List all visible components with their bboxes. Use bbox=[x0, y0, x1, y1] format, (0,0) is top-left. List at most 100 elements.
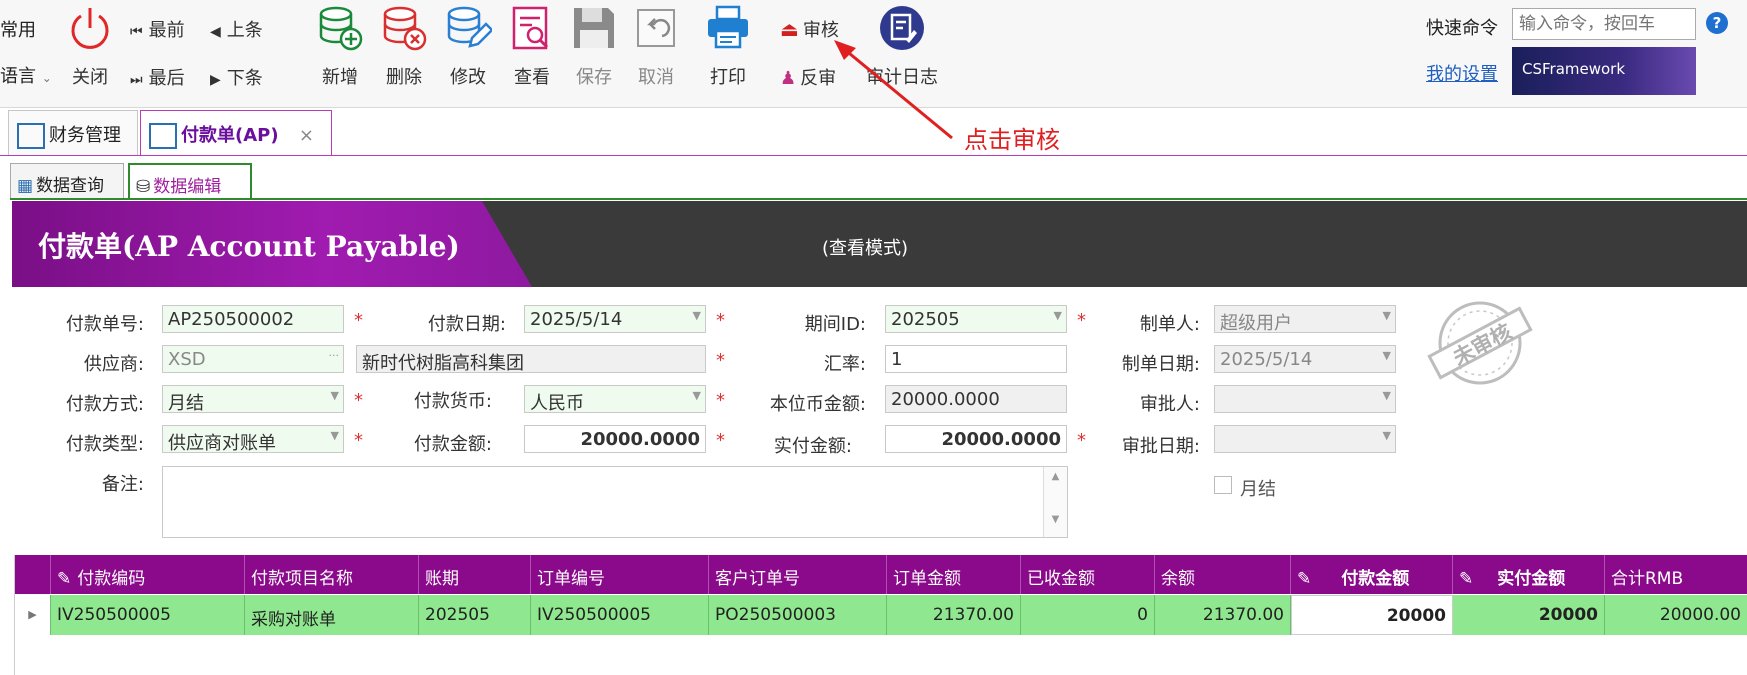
help-icon[interactable]: ? bbox=[1706, 12, 1728, 34]
unapprove-button[interactable]: ♟ 反审 bbox=[780, 64, 836, 90]
first-icon: ⏮ bbox=[130, 24, 143, 40]
creator-field[interactable]: 超级用户 ▼ bbox=[1214, 305, 1396, 333]
currency-field[interactable]: 人民币 ▼ bbox=[524, 385, 706, 413]
cell-customer-order-no[interactable]: PO250500003 bbox=[709, 595, 887, 635]
close-button[interactable]: 关闭 bbox=[58, 4, 122, 89]
cell-total-rmb[interactable]: 20000.00 bbox=[1605, 595, 1747, 635]
col-actual-amount-label: 实付金额 bbox=[1497, 569, 1566, 589]
remark-scrollbar[interactable]: ▲ ▼ bbox=[1043, 467, 1067, 537]
actual-amount-field[interactable]: 20000.0000 bbox=[885, 425, 1067, 453]
cell-period[interactable]: 202505 bbox=[419, 595, 531, 635]
col-received-amount[interactable]: 已收金额 bbox=[1021, 555, 1155, 594]
col-order-amount[interactable]: 订单金额 bbox=[887, 555, 1021, 594]
cell-actual-amount[interactable]: 20000 bbox=[1453, 595, 1605, 635]
local-amount-field[interactable]: 20000.0000 bbox=[885, 385, 1067, 413]
creator-label: 制单人: bbox=[1139, 314, 1200, 335]
pay-type-field[interactable]: 供应商对账单 ▼ bbox=[162, 425, 344, 453]
database-edit-icon bbox=[447, 6, 494, 48]
remark-textarea[interactable]: ▲ ▼ bbox=[162, 466, 1068, 538]
scroll-down-icon[interactable]: ▼ bbox=[1044, 514, 1067, 525]
col-pay-item-name[interactable]: 付款项目名称 bbox=[245, 555, 419, 594]
quick-command-input[interactable] bbox=[1512, 8, 1696, 40]
delete-label: 删除 bbox=[386, 67, 422, 88]
cell-order-amount[interactable]: 21370.00 bbox=[887, 595, 1021, 635]
create-date-field[interactable]: 2025/5/14 ▼ bbox=[1214, 345, 1396, 373]
pay-amount-field[interactable]: 20000.0000 bbox=[524, 425, 706, 453]
pay-method-field[interactable]: 月结 ▼ bbox=[162, 385, 344, 413]
supplier-code-field[interactable]: XSD ··· bbox=[162, 345, 344, 373]
last-icon: ⏭ bbox=[130, 72, 143, 88]
close-tab-icon[interactable]: × bbox=[299, 125, 314, 146]
annotation-text: 点击审核 bbox=[964, 126, 1060, 154]
save-button[interactable]: 保存 bbox=[562, 4, 626, 89]
col-order-no[interactable]: 订单编号 bbox=[531, 555, 709, 594]
view-button[interactable]: 查看 bbox=[500, 4, 564, 89]
document-search-icon bbox=[512, 6, 549, 50]
tab-data-edit[interactable]: ⛁ 数据编辑 bbox=[128, 163, 252, 199]
period-label: 期间ID: bbox=[804, 314, 866, 335]
close-label: 关闭 bbox=[72, 67, 108, 88]
dropdown-arrow-icon: ▼ bbox=[692, 309, 701, 322]
create-date-value: 2025/5/14 bbox=[1220, 349, 1313, 370]
approver-field[interactable]: ▼ bbox=[1214, 385, 1396, 413]
monthly-checkbox[interactable] bbox=[1214, 476, 1232, 494]
local-amount-label: 本位币金额: bbox=[769, 394, 866, 415]
tab-ap-payment-label: 付款单(AP) bbox=[181, 125, 279, 146]
col-period[interactable]: 账期 bbox=[419, 555, 531, 594]
next-record-button[interactable]: ▶ 下条 bbox=[210, 64, 263, 90]
cell-pay-item-name[interactable]: 采购对账单 bbox=[245, 595, 419, 635]
last-record-button[interactable]: ⏭ 最后 bbox=[130, 64, 185, 90]
unapproved-stamp: 未审核 bbox=[1425, 298, 1535, 388]
database-add-icon bbox=[319, 6, 363, 51]
ribbon-language-label: 语言 bbox=[0, 66, 36, 87]
col-pay-code[interactable]: ✎ 付款编码 bbox=[51, 555, 245, 594]
prev-record-button[interactable]: ◀ 上条 bbox=[210, 16, 263, 42]
cell-order-no[interactable]: IV250500005 bbox=[531, 595, 709, 635]
ribbon-common-label[interactable]: 常用 bbox=[0, 16, 36, 42]
supplier-code-value: XSD bbox=[168, 349, 206, 370]
scroll-up-icon[interactable]: ▲ bbox=[1044, 471, 1067, 482]
col-actual-amount[interactable]: ✎ 实付金额 bbox=[1453, 555, 1605, 594]
cell-pay-code[interactable]: IV250500005 bbox=[51, 595, 245, 635]
pay-no-field[interactable]: AP250500002 bbox=[162, 305, 344, 333]
pay-date-field[interactable]: 2025/5/14 ▼ bbox=[524, 305, 706, 333]
edit-icon: ✎ bbox=[1297, 569, 1312, 589]
row-indicator-icon[interactable]: ▶ bbox=[15, 595, 51, 635]
actual-amount-label: 实付金额: bbox=[773, 436, 852, 457]
rate-field[interactable]: 1 bbox=[885, 345, 1067, 373]
edit-icon: ✎ bbox=[1459, 569, 1474, 589]
my-settings-link[interactable]: 我的设置 bbox=[1426, 60, 1498, 86]
view-mode-label: (查看模式) bbox=[822, 238, 909, 259]
period-value: 202505 bbox=[891, 309, 960, 330]
modify-button[interactable]: 修改 bbox=[436, 4, 500, 89]
brand-logo: CSFramework bbox=[1512, 47, 1696, 95]
delete-button[interactable]: 删除 bbox=[372, 4, 436, 89]
pay-no-label: 付款单号: bbox=[65, 314, 144, 335]
ellipsis-icon: ··· bbox=[328, 349, 340, 362]
approve-date-field[interactable]: ▼ bbox=[1214, 425, 1396, 453]
first-record-button[interactable]: ⏮ 最前 bbox=[130, 16, 185, 42]
cell-pay-amount[interactable]: 20000 bbox=[1291, 595, 1453, 635]
tab-ap-payment[interactable]: 付款单(AP) × bbox=[140, 110, 332, 156]
period-field[interactable]: 202505 ▼ bbox=[885, 305, 1067, 333]
col-balance[interactable]: 余额 bbox=[1155, 555, 1291, 594]
tab-data-query[interactable]: ▦ 数据查询 bbox=[10, 163, 124, 199]
ribbon-language-menu[interactable]: 语言 ⌄ bbox=[0, 62, 52, 88]
col-customer-order-no[interactable]: 客户订单号 bbox=[709, 555, 887, 594]
cancel-button[interactable]: 取消 bbox=[624, 4, 688, 89]
col-total-rmb[interactable]: 合计RMB bbox=[1605, 555, 1747, 594]
cell-received-amount[interactable]: 0 bbox=[1021, 595, 1155, 635]
tab-finance[interactable]: 财务管理 bbox=[8, 110, 138, 156]
print-button[interactable]: 打印 bbox=[696, 4, 760, 89]
remark-label: 备注: bbox=[101, 474, 144, 495]
add-button[interactable]: 新增 bbox=[308, 4, 372, 89]
cell-balance[interactable]: 21370.00 bbox=[1155, 595, 1291, 635]
brand-logo-text: CSFramework bbox=[1522, 60, 1626, 78]
printer-icon bbox=[708, 5, 748, 49]
required-mark: * bbox=[716, 310, 725, 331]
col-pay-amount[interactable]: ✎ 付款金额 bbox=[1291, 555, 1453, 594]
currency-label: 付款货币: bbox=[413, 391, 492, 412]
supplier-name-field[interactable]: 新时代树脂高科集团 bbox=[356, 345, 706, 373]
database-delete-icon bbox=[383, 6, 427, 51]
create-date-label: 制单日期: bbox=[1121, 354, 1200, 375]
